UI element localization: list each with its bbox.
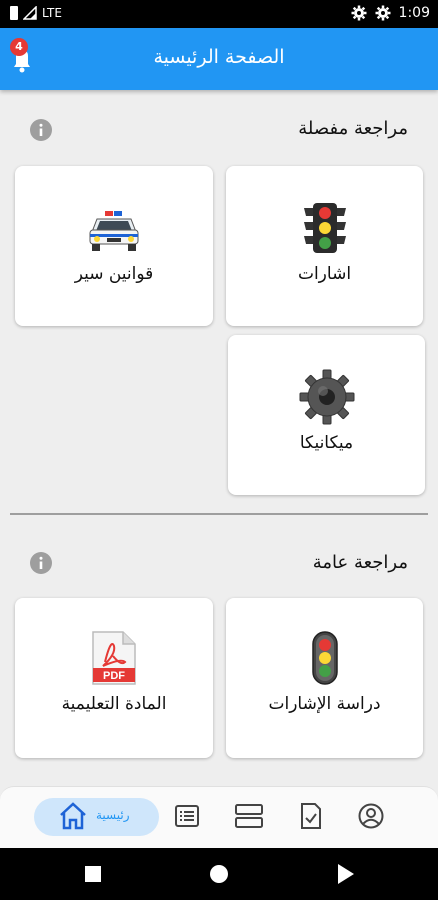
card-study-signals[interactable]: دراسة الإشارات (226, 598, 423, 758)
info-icon[interactable] (30, 119, 52, 141)
checklist-icon (301, 803, 321, 829)
card-label: ميكانيكا (299, 433, 354, 453)
section-divider (10, 513, 428, 515)
pdf-icon: PDF (92, 631, 136, 685)
section-title-general: مراجعة عامة (312, 552, 408, 573)
clock: 1:09 (398, 5, 430, 21)
page-title: الصفحة الرئيسية (153, 46, 285, 68)
nav-item-profile[interactable] (354, 799, 388, 833)
status-right: 1:09 (351, 5, 430, 21)
info-icon[interactable] (30, 552, 52, 574)
card-traffic-laws[interactable]: قوانين سير (15, 166, 213, 326)
nav-item-home[interactable]: رئيسية (34, 798, 159, 836)
network-type: LTE (42, 6, 62, 20)
section-title-detailed: مراجعة مفصلة (298, 118, 408, 139)
card-mechanics[interactable]: ميكانيكا (228, 335, 425, 495)
police-car-icon (89, 211, 139, 251)
recent-apps-icon[interactable] (84, 865, 102, 883)
bottom-navigation: رئيسية (0, 786, 438, 848)
card-educational-material[interactable]: PDF المادة التعليمية (15, 598, 213, 758)
list-icon (175, 805, 199, 827)
pdf-label: PDF (103, 670, 125, 682)
settings-icon (375, 5, 391, 21)
layout-icon (235, 804, 263, 828)
signal-icon (23, 6, 37, 20)
app-bar: 4 الصفحة الرئيسية (0, 28, 438, 90)
settings-icon (351, 5, 367, 21)
traffic-light-icon (311, 631, 338, 685)
card-label: اشارات (297, 264, 352, 284)
nav-home-label: رئيسية (96, 808, 130, 822)
profile-icon (358, 803, 384, 829)
home-button-icon[interactable] (209, 864, 229, 884)
card-signals[interactable]: اشارات (226, 166, 423, 326)
card-label: المادة التعليمية (61, 694, 167, 714)
card-label: دراسة الإشارات (268, 694, 381, 714)
battery-icon (10, 6, 18, 20)
nav-item-checklist[interactable] (294, 799, 328, 833)
nav-item-layout[interactable] (232, 799, 266, 833)
nav-item-list[interactable] (170, 799, 204, 833)
gear-icon (299, 369, 354, 425)
home-icon (60, 802, 86, 830)
status-left: LTE (10, 6, 62, 20)
traffic-light-icon (303, 203, 346, 253)
system-navigation-bar (0, 848, 438, 900)
back-button-icon[interactable] (337, 863, 355, 885)
status-bar: LTE 1:09 (0, 0, 438, 28)
card-label: قوانين سير (74, 264, 154, 284)
